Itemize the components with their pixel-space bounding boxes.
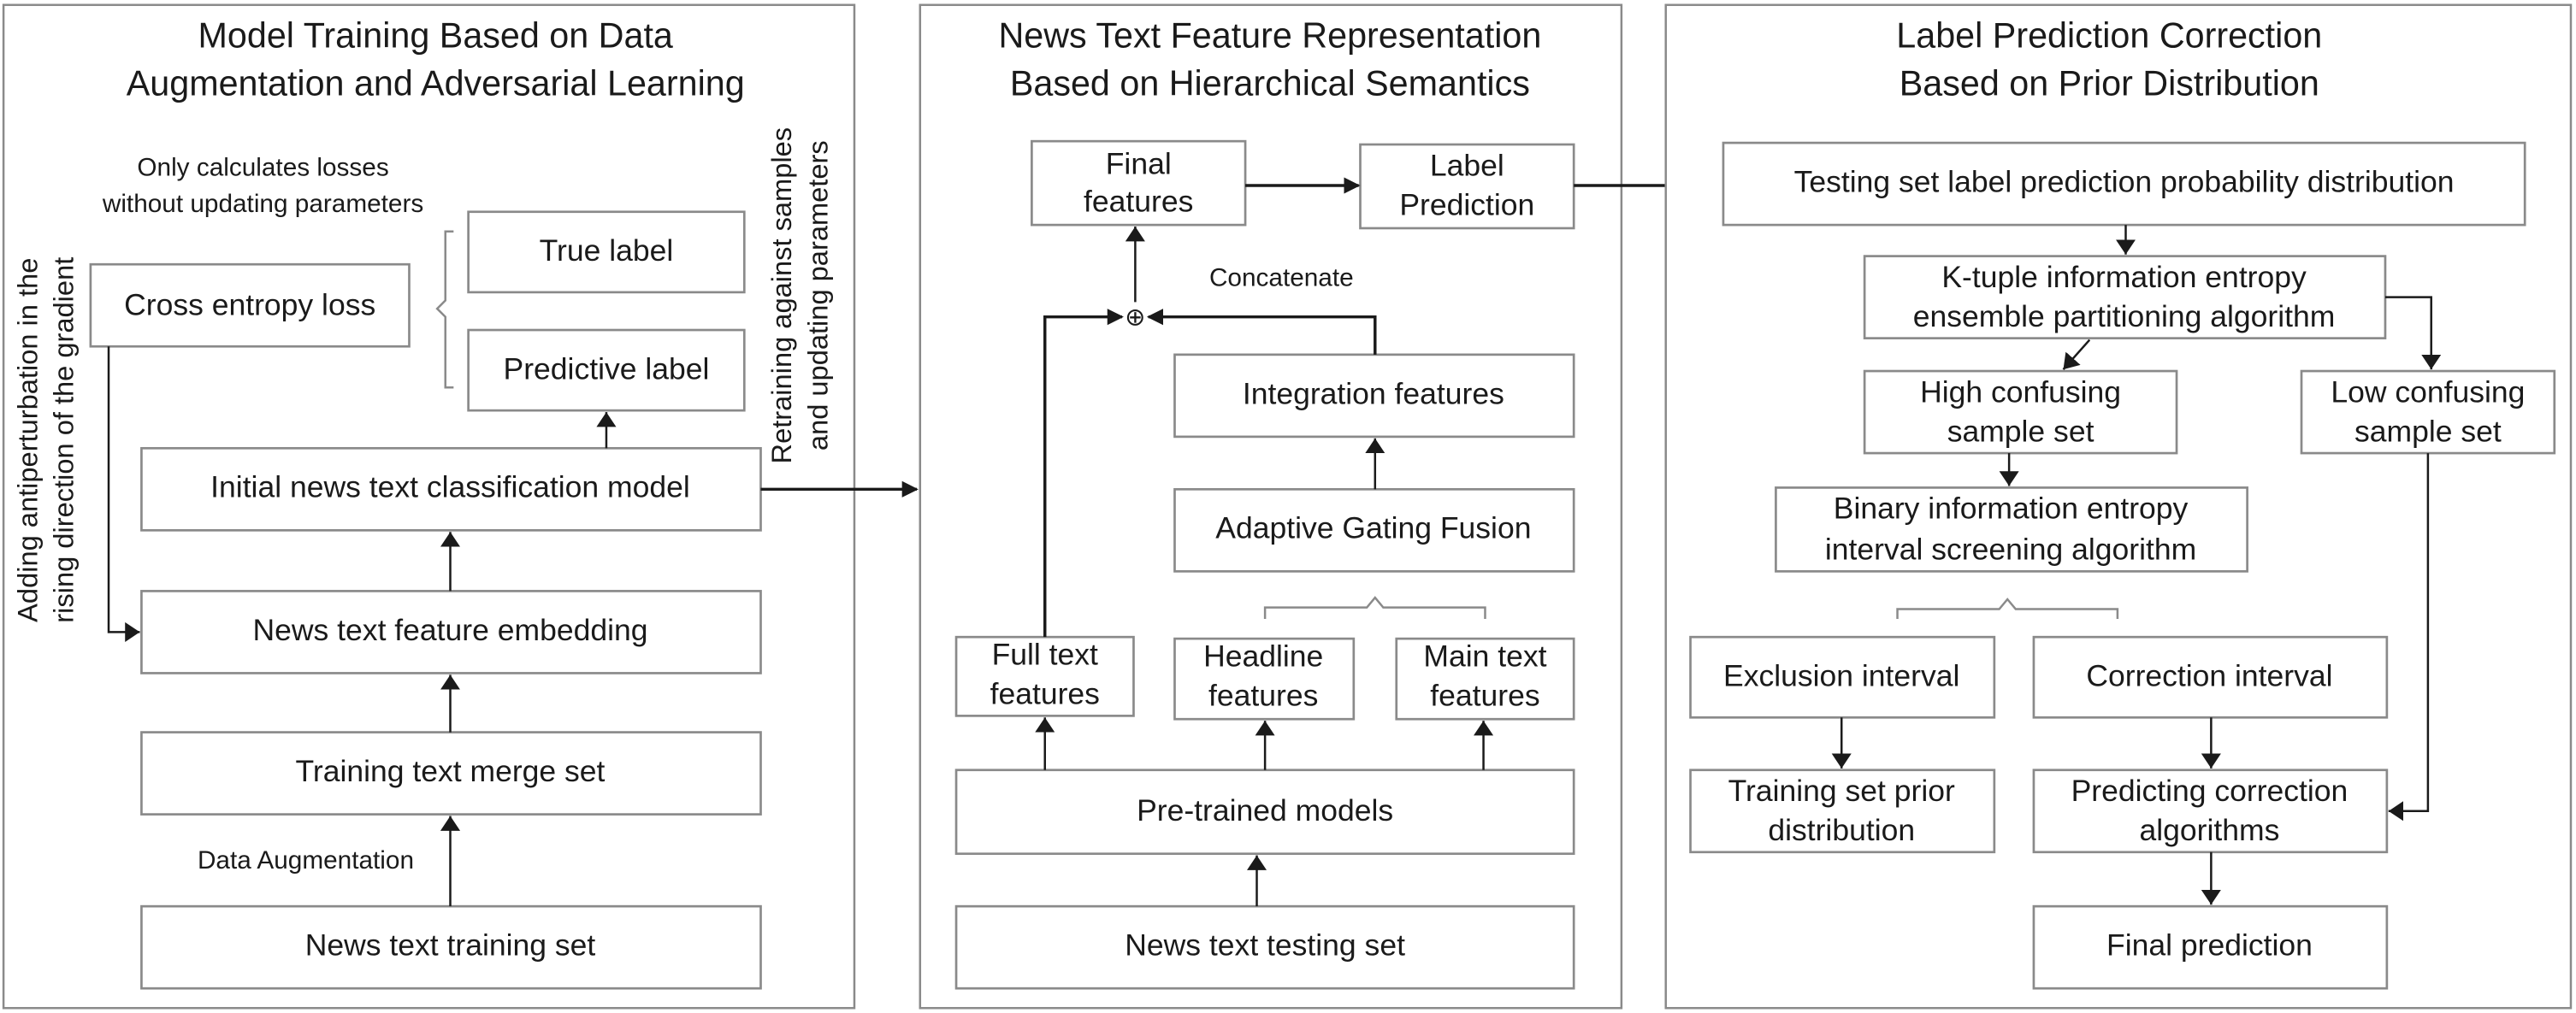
box-pretrained-models: Pre-trained models [954,769,1575,856]
box-predictive-label: Predictive label [467,328,746,412]
box-probability-distribution: Testing set label prediction probability… [1722,141,2526,227]
box-full-text-features: Full text features [954,635,1135,717]
box-label-line2: features [1208,679,1318,713]
box-exclusion-interval: Exclusion interval [1689,635,1996,719]
panel-title-line1: Label Prediction Correction [1896,16,2322,56]
retrain-note-line1: Retraining against samples [765,127,797,464]
box-label-line2: interval screening algorithm [1825,533,2196,567]
box-low-confusing: Low confusing sample set [2300,369,2556,455]
box-label: True label [540,233,674,268]
box-testing-set: News text testing set [954,904,1575,990]
box-true-label: True label [467,210,746,294]
box-label: Predictive label [504,351,710,386]
box-label-line1: Headline [1203,639,1323,674]
box-final-prediction: Final prediction [2032,904,2389,990]
box-label: Adaptive Gating Fusion [1215,511,1531,545]
box-label-line1: Training set prior [1728,774,1955,808]
note-loss-line2: without updating parameters [102,190,423,218]
box-predicting-correction: Predicting correction algorithms [2032,769,2389,854]
box-label: Training text merge set [296,754,606,788]
box-initial-model: Initial news text classification model [140,446,762,532]
panel-title-line2: Augmentation and Adversarial Learning [127,63,745,103]
box-correction-interval: Correction interval [2032,635,2389,719]
box-high-confusing: High confusing sample set [1863,369,2178,455]
vertical-note-line2: rising direction of the gradient [48,257,80,623]
box-label-line1: Label [1430,148,1504,182]
box-feature-embedding: News text feature embedding [140,590,762,674]
box-label-line2: algorithms [2140,813,2280,847]
box-label-line1: Final [1106,146,1172,180]
box-label-line1: Low confusing [2331,374,2525,409]
box-label-line1: Predicting correction [2071,774,2349,808]
box-label: Initial news text classification model [210,470,690,504]
panel-title-line1: News Text Feature Representation [998,16,1541,56]
box-binary-algorithm: Binary information entropy interval scre… [1775,486,2248,573]
box-label-line2: Prediction [1399,187,1534,221]
note-loss-line1: Only calculates losses [137,154,388,182]
box-label-line1: K-tuple information entropy [1941,260,2307,294]
panel-title-line2: Based on Hierarchical Semantics [1010,63,1530,103]
box-label-line2: features [1430,679,1539,713]
box-label: News text training set [305,928,596,963]
box-ktuple-algorithm: K-tuple information entropy ensemble par… [1863,255,2387,339]
box-cross-entropy-loss: Cross entropy loss [89,262,411,348]
panel-label-correction: Label Prediction Correction Based on Pri… [1664,3,2573,1010]
box-label: Pre-trained models [1137,793,1393,827]
box-label: Integration features [1243,376,1504,410]
box-label-line1: Full text [992,638,1098,672]
panel-feature-representation: News Text Feature Representation Based o… [919,3,1723,1010]
box-label-line2: distribution [1768,813,1915,847]
box-label-line2: ensemble partitioning algorithm [1913,299,2336,333]
box-prior-distribution: Training set prior distribution [1689,769,1996,854]
box-merge-set: Training text merge set [140,731,762,816]
panel-model-training: Model Training Based on Data Augmentatio… [2,3,919,1010]
box-integration-features: Integration features [1173,353,1575,439]
box-label-line1: Binary information entropy [1834,492,2189,526]
panel-title-line1: Model Training Based on Data [198,16,673,56]
concatenate-label: Concatenate [1209,263,1354,292]
box-main-text-features: Main text features [1395,637,1575,721]
box-training-set: News text training set [140,904,762,990]
vertical-note-line1: Adding antiperturbation in the [11,258,43,622]
box-label-line2: sample set [1947,414,2094,448]
box-label: Testing set label prediction probability… [1794,164,2455,198]
box-label-prediction: Label Prediction [1359,143,1575,230]
box-label: Exclusion interval [1723,659,1959,693]
data-augmentation-label: Data Augmentation [198,846,414,875]
box-label-line2: features [990,677,1100,711]
panel-title-line2: Based on Prior Distribution [1900,63,2319,103]
box-adaptive-gating: Adaptive Gating Fusion [1173,487,1575,573]
box-label: News text feature embedding [253,613,648,647]
box-label-line2: features [1084,185,1193,219]
concat-oplus-icon: ⊕ [1125,303,1145,332]
box-label-line2: sample set [2354,414,2502,448]
box-headline-features: Headline features [1173,637,1356,721]
box-label-line1: Main text [1423,639,1546,674]
flowchart-diagram: Model Training Based on Data Augmentatio… [2,3,2573,1010]
box-label: Correction interval [2086,659,2332,693]
box-label: Cross entropy loss [124,288,375,322]
box-label: News text testing set [1125,928,1405,963]
box-label-line1: High confusing [1920,374,2121,409]
retrain-note-line2: and updating parameters [801,140,833,451]
box-label: Final prediction [2106,928,2313,963]
box-final-features: Final features [1031,139,1247,227]
